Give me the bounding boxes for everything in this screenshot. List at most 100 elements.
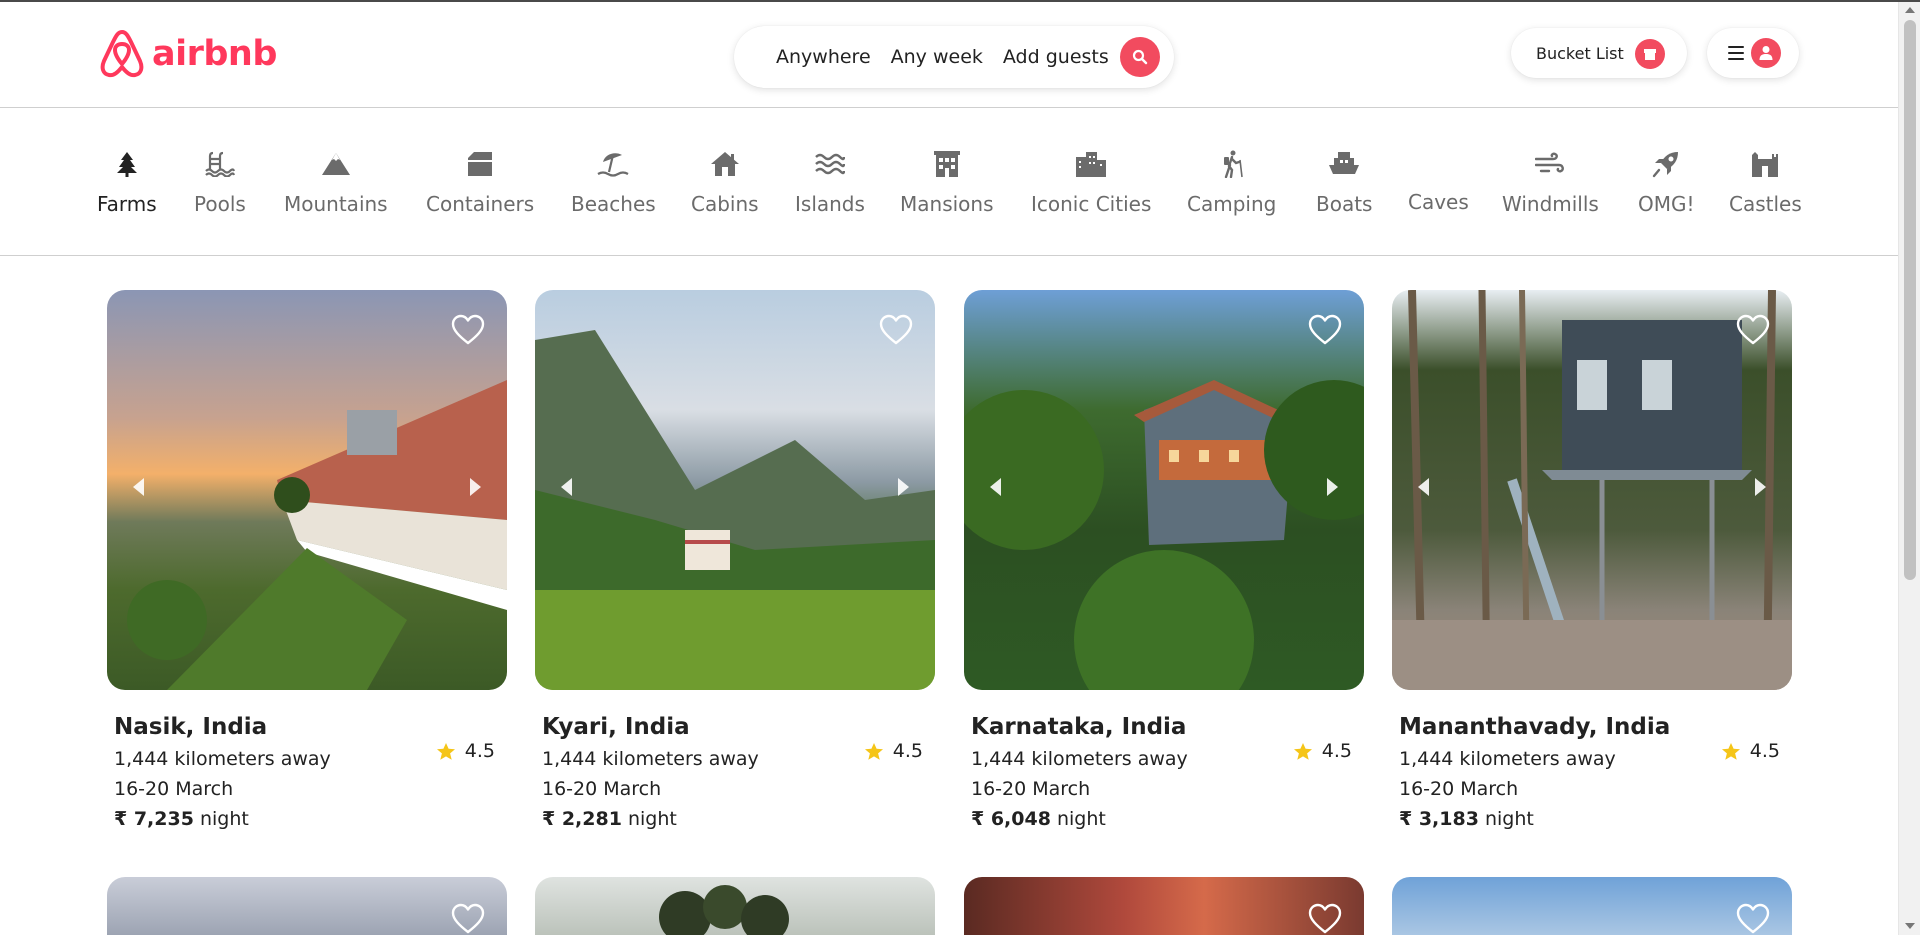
category-farms[interactable]: Farms <box>97 148 157 216</box>
scrollbar-thumb[interactable] <box>1904 20 1916 580</box>
category-windmills[interactable]: Windmills <box>1502 148 1599 216</box>
search-bar[interactable]: Anywhere Any week Add guests <box>734 26 1174 88</box>
listing-photo[interactable] <box>1392 877 1792 935</box>
hiker-icon <box>1216 148 1248 180</box>
listing-card[interactable] <box>107 877 507 935</box>
listing-dates: 16-20 March <box>1399 778 1519 800</box>
heart-icon[interactable] <box>1736 903 1770 935</box>
heart-icon[interactable] <box>1736 314 1770 346</box>
category-boats[interactable]: Boats <box>1316 148 1372 216</box>
rating-value: 4.5 <box>464 740 495 762</box>
scroll-up-arrow[interactable] <box>1905 7 1915 13</box>
listing-title: Nasik, India <box>114 714 268 740</box>
cave-icon <box>1422 146 1454 178</box>
heart-icon[interactable] <box>1308 314 1342 346</box>
listing-card[interactable] <box>535 877 935 935</box>
category-label: Cabins <box>691 192 759 216</box>
bucket-list-label: Bucket List <box>1536 43 1624 63</box>
category-bar: Farms Pools Mountains Containers Beaches… <box>0 108 1898 256</box>
heart-icon[interactable] <box>451 314 485 346</box>
category-omg[interactable]: OMG! <box>1638 148 1695 216</box>
category-label: Containers <box>426 192 535 216</box>
forest-house-illustration <box>964 380 1364 690</box>
price-unit: night <box>199 808 249 830</box>
trees-illustration <box>659 885 789 935</box>
next-photo-arrow[interactable] <box>1755 478 1766 496</box>
listing-card[interactable] <box>964 877 1364 935</box>
listing-photo[interactable] <box>535 877 935 935</box>
prev-photo-arrow[interactable] <box>561 478 572 496</box>
category-pools[interactable]: Pools <box>194 148 246 216</box>
search-button[interactable] <box>1120 37 1160 77</box>
bucket-list-button[interactable]: Bucket List <box>1511 28 1687 78</box>
mountain-illustration <box>535 330 935 690</box>
page-scrollbar[interactable] <box>1898 2 1920 935</box>
prev-photo-arrow[interactable] <box>1418 478 1429 496</box>
rating-value: 4.5 <box>1321 740 1352 762</box>
mountain-icon <box>320 148 352 180</box>
category-islands[interactable]: Islands <box>795 148 865 216</box>
airbnb-logo[interactable]: airbnb <box>98 28 277 80</box>
listing-photo[interactable] <box>1392 290 1792 690</box>
listing-photo[interactable] <box>964 877 1364 935</box>
search-add-guests[interactable]: Add guests <box>1003 46 1109 68</box>
listing-card[interactable]: Mananthavady, India 4.5 1,444 kilometers… <box>1392 290 1792 830</box>
category-beaches[interactable]: Beaches <box>571 148 656 216</box>
castle-icon <box>1749 148 1781 180</box>
category-label: Iconic Cities <box>1031 192 1152 216</box>
listing-title: Mananthavady, India <box>1399 714 1671 740</box>
category-cabins[interactable]: Cabins <box>691 148 759 216</box>
treehouse-illustration <box>1392 290 1792 690</box>
listing-card[interactable]: Kyari, India 4.5 1,444 kilometers away 1… <box>535 290 935 830</box>
farmhouse-illustration <box>127 380 507 690</box>
category-mountains[interactable]: Mountains <box>284 148 388 216</box>
container-icon <box>464 148 496 180</box>
category-iconic-cities[interactable]: Iconic Cities <box>1031 148 1151 216</box>
heart-icon[interactable] <box>879 314 913 346</box>
prev-photo-arrow[interactable] <box>133 478 144 496</box>
search-icon <box>1132 49 1148 65</box>
user-menu-button[interactable] <box>1707 28 1799 78</box>
listing-title: Kyari, India <box>542 714 690 740</box>
category-caves[interactable]: Caves <box>1408 146 1469 214</box>
price-unit: night <box>1056 808 1106 830</box>
category-containers[interactable]: Containers <box>426 148 534 216</box>
rating-value: 4.5 <box>1749 740 1780 762</box>
umbrella-icon <box>597 148 629 180</box>
scroll-down-arrow[interactable] <box>1905 923 1915 929</box>
search-anywhere[interactable]: Anywhere <box>776 46 871 68</box>
search-any-week[interactable]: Any week <box>891 46 983 68</box>
listing-price: ₹ 3,183 night <box>1399 808 1780 830</box>
category-mansions[interactable]: Mansions <box>900 148 994 216</box>
price-amount: ₹ 7,235 <box>114 808 194 830</box>
city-icon <box>1075 148 1107 180</box>
listing-card[interactable]: Karnataka, India 4.5 1,444 kilometers aw… <box>964 290 1364 830</box>
rating-value: 4.5 <box>892 740 923 762</box>
next-photo-arrow[interactable] <box>1327 478 1338 496</box>
next-photo-arrow[interactable] <box>898 478 909 496</box>
price-unit: night <box>627 808 677 830</box>
category-label: Camping <box>1187 192 1277 216</box>
listing-rating: 4.5 <box>864 740 923 762</box>
listing-photo[interactable] <box>107 877 507 935</box>
category-castles[interactable]: Castles <box>1729 148 1802 216</box>
listing-photo[interactable] <box>535 290 935 690</box>
star-icon <box>1721 742 1740 760</box>
listing-photo[interactable] <box>107 290 507 690</box>
next-photo-arrow[interactable] <box>470 478 481 496</box>
category-camping[interactable]: Camping <box>1187 148 1276 216</box>
prev-photo-arrow[interactable] <box>990 478 1001 496</box>
listing-card[interactable] <box>1392 877 1792 935</box>
heart-icon[interactable] <box>1308 903 1342 935</box>
heart-icon[interactable] <box>451 903 485 935</box>
star-icon <box>436 742 455 760</box>
wind-icon <box>1534 148 1566 180</box>
price-amount: ₹ 6,048 <box>971 808 1051 830</box>
listing-price: ₹ 2,281 night <box>542 808 923 830</box>
listing-rating: 4.5 <box>1721 740 1780 762</box>
listing-price: ₹ 6,048 night <box>971 808 1352 830</box>
listing-photo[interactable] <box>964 290 1364 690</box>
brand-name: airbnb <box>152 34 277 74</box>
category-label: Farms <box>97 192 157 216</box>
listing-card[interactable]: Nasik, India 4.5 1,444 kilometers away 1… <box>107 290 507 830</box>
